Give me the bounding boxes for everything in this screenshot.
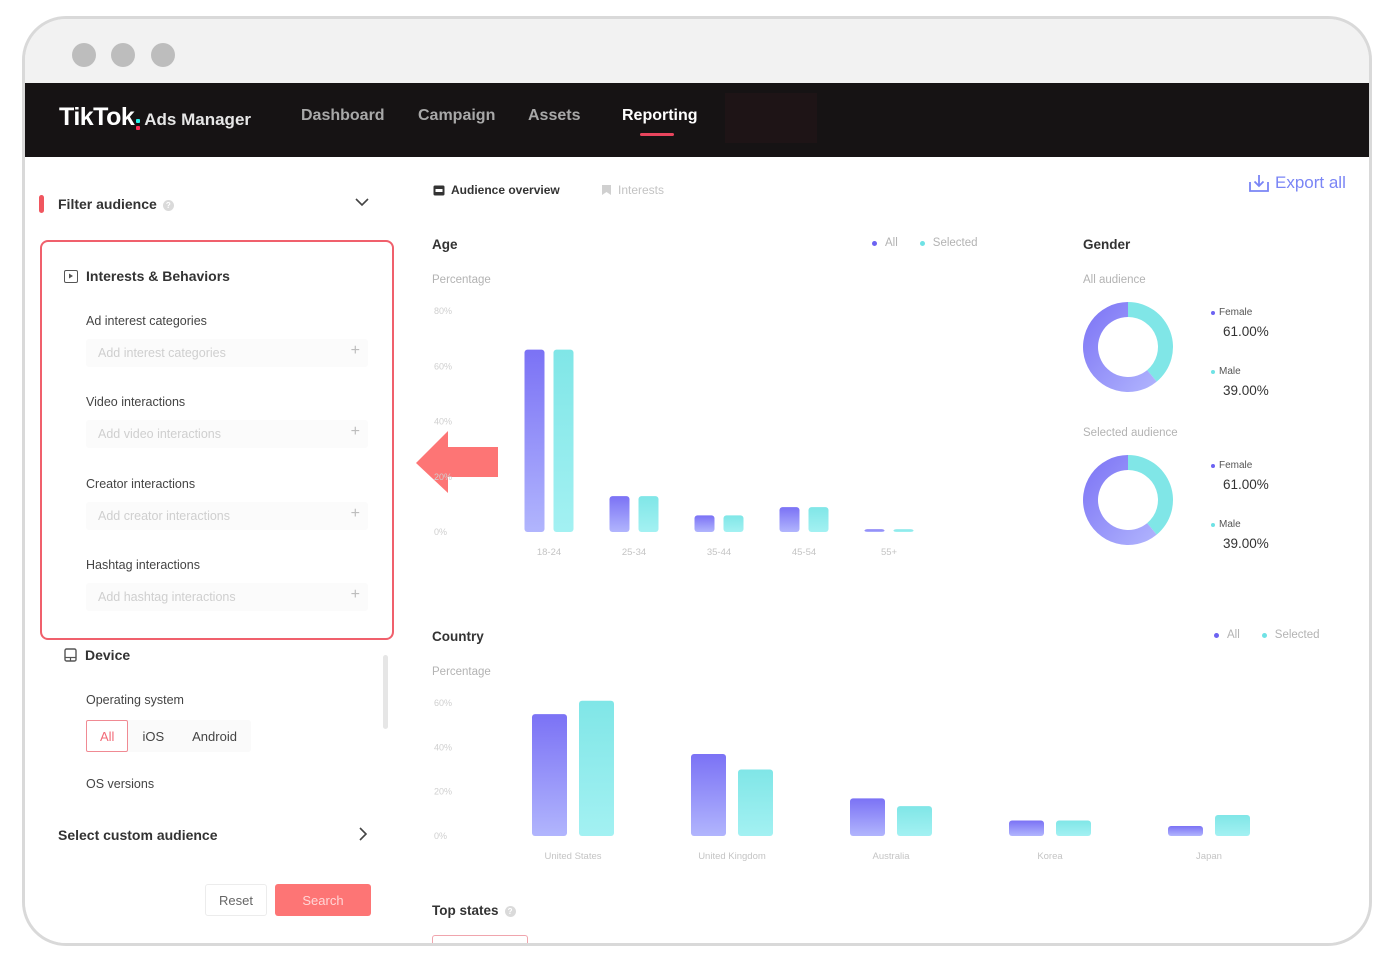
gender-selected-subtitle: Selected audience bbox=[1083, 427, 1178, 439]
country-category-label: Korea bbox=[1037, 851, 1063, 862]
gender-all-female-legend: Female bbox=[1211, 307, 1252, 318]
nav-active-indicator bbox=[640, 133, 674, 136]
age-ytick: 60% bbox=[434, 361, 452, 371]
gender-selected-male-legend: Male bbox=[1211, 519, 1241, 530]
logo-sub: Ads Manager bbox=[144, 110, 252, 129]
age-category-label: 35-44 bbox=[707, 547, 731, 558]
age-ytick: 80% bbox=[434, 306, 452, 316]
country-category-label: United Kingdom bbox=[698, 851, 766, 862]
country-title: Country bbox=[432, 629, 484, 644]
age-category-label: 55+ bbox=[881, 547, 898, 558]
top-states-title: Top states bbox=[432, 903, 499, 918]
window-close-button[interactable] bbox=[72, 43, 96, 67]
nav-assets[interactable]: Assets bbox=[528, 107, 580, 125]
country-bar-all[interactable] bbox=[691, 753, 726, 836]
nav-dashboard[interactable]: Dashboard bbox=[301, 107, 385, 125]
nav-redacted-area bbox=[725, 93, 817, 143]
country-bar-all[interactable] bbox=[850, 798, 885, 836]
title-bar bbox=[25, 19, 1369, 83]
country-bar-all[interactable] bbox=[532, 714, 567, 836]
age-ytick: 40% bbox=[434, 417, 452, 427]
country-ylabel: Percentage bbox=[432, 666, 491, 678]
age-bar-selected[interactable] bbox=[723, 515, 744, 532]
window-maximize-button[interactable] bbox=[151, 43, 175, 67]
logo-brand: TikTok bbox=[59, 103, 135, 131]
gender-selected-male-value: 39.00% bbox=[1223, 536, 1269, 551]
country-category-label: Japan bbox=[1196, 851, 1222, 862]
legend-dot-selected bbox=[1261, 632, 1267, 638]
gender-all-female-value: 61.00% bbox=[1223, 324, 1269, 339]
legend-all[interactable]: All bbox=[1214, 629, 1240, 641]
gender-title: Gender bbox=[1083, 237, 1131, 252]
country-ytick: 60% bbox=[434, 698, 452, 708]
age-bar-selected[interactable] bbox=[638, 496, 659, 532]
logo-colon-icon bbox=[136, 119, 141, 130]
age-bar-selected[interactable] bbox=[808, 507, 829, 532]
country-legend: All Selected bbox=[1214, 629, 1320, 641]
age-bar-all[interactable] bbox=[609, 496, 630, 532]
country-ytick: 20% bbox=[434, 787, 452, 797]
help-icon[interactable]: ? bbox=[504, 905, 516, 917]
gender-all-donut-slice-male[interactable] bbox=[1128, 302, 1173, 382]
age-bar-selected[interactable] bbox=[553, 349, 574, 532]
nav-campaign[interactable]: Campaign bbox=[418, 107, 495, 125]
country-bar-selected[interactable] bbox=[1056, 820, 1091, 836]
country-bar-selected[interactable] bbox=[897, 806, 932, 836]
nav-reporting[interactable]: Reporting bbox=[622, 107, 698, 125]
page-content: Filter audience? Interests & Behaviors A… bbox=[25, 157, 1369, 943]
country-ytick: 40% bbox=[434, 742, 452, 752]
gender-selected-female-legend: Female bbox=[1211, 460, 1252, 471]
country-bar-selected[interactable] bbox=[738, 769, 773, 837]
country-bar-all[interactable] bbox=[1168, 826, 1203, 836]
logo[interactable]: TikTok Ads Manager bbox=[59, 103, 251, 132]
gender-all-male-value: 39.00% bbox=[1223, 383, 1269, 398]
gender-selected-donut-slice-male[interactable] bbox=[1128, 455, 1173, 535]
age-category-label: 25-34 bbox=[622, 547, 646, 558]
top-nav: TikTok Ads Manager Dashboard Campaign As… bbox=[25, 83, 1369, 157]
age-category-label: 18-24 bbox=[537, 547, 561, 558]
gender-selected-female-value: 61.00% bbox=[1223, 477, 1269, 492]
country-ytick: 0% bbox=[434, 831, 447, 841]
age-bar-all[interactable] bbox=[779, 507, 800, 532]
age-ytick: 0% bbox=[434, 527, 447, 537]
gender-all-subtitle: All audience bbox=[1083, 274, 1146, 286]
country-category-label: Australia bbox=[873, 851, 911, 862]
country-bar-selected[interactable] bbox=[579, 700, 614, 836]
age-bar-selected[interactable] bbox=[893, 529, 914, 532]
age-category-label: 45-54 bbox=[792, 547, 816, 558]
age-ytick: 20% bbox=[434, 472, 452, 482]
age-bar-chart: 0% 20% 40% 60% 80% 18-24 25-34 35-44 45-54 55+ 0% 2… bbox=[434, 302, 1250, 862]
country-bar-all[interactable] bbox=[1009, 820, 1044, 836]
age-bar-all[interactable] bbox=[864, 529, 885, 532]
age-bar-all[interactable] bbox=[694, 515, 715, 532]
country-bar-selected[interactable] bbox=[1215, 814, 1250, 836]
window-minimize-button[interactable] bbox=[111, 43, 135, 67]
browser-window: TikTok Ads Manager Dashboard Campaign As… bbox=[22, 16, 1372, 946]
country-category-label: United States bbox=[544, 851, 601, 862]
legend-selected[interactable]: Selected bbox=[1261, 629, 1320, 641]
gender-all-male-legend: Male bbox=[1211, 366, 1241, 377]
legend-dot-all bbox=[1214, 632, 1219, 638]
age-bar-all[interactable] bbox=[524, 349, 545, 532]
top-states-tab[interactable] bbox=[432, 935, 528, 943]
